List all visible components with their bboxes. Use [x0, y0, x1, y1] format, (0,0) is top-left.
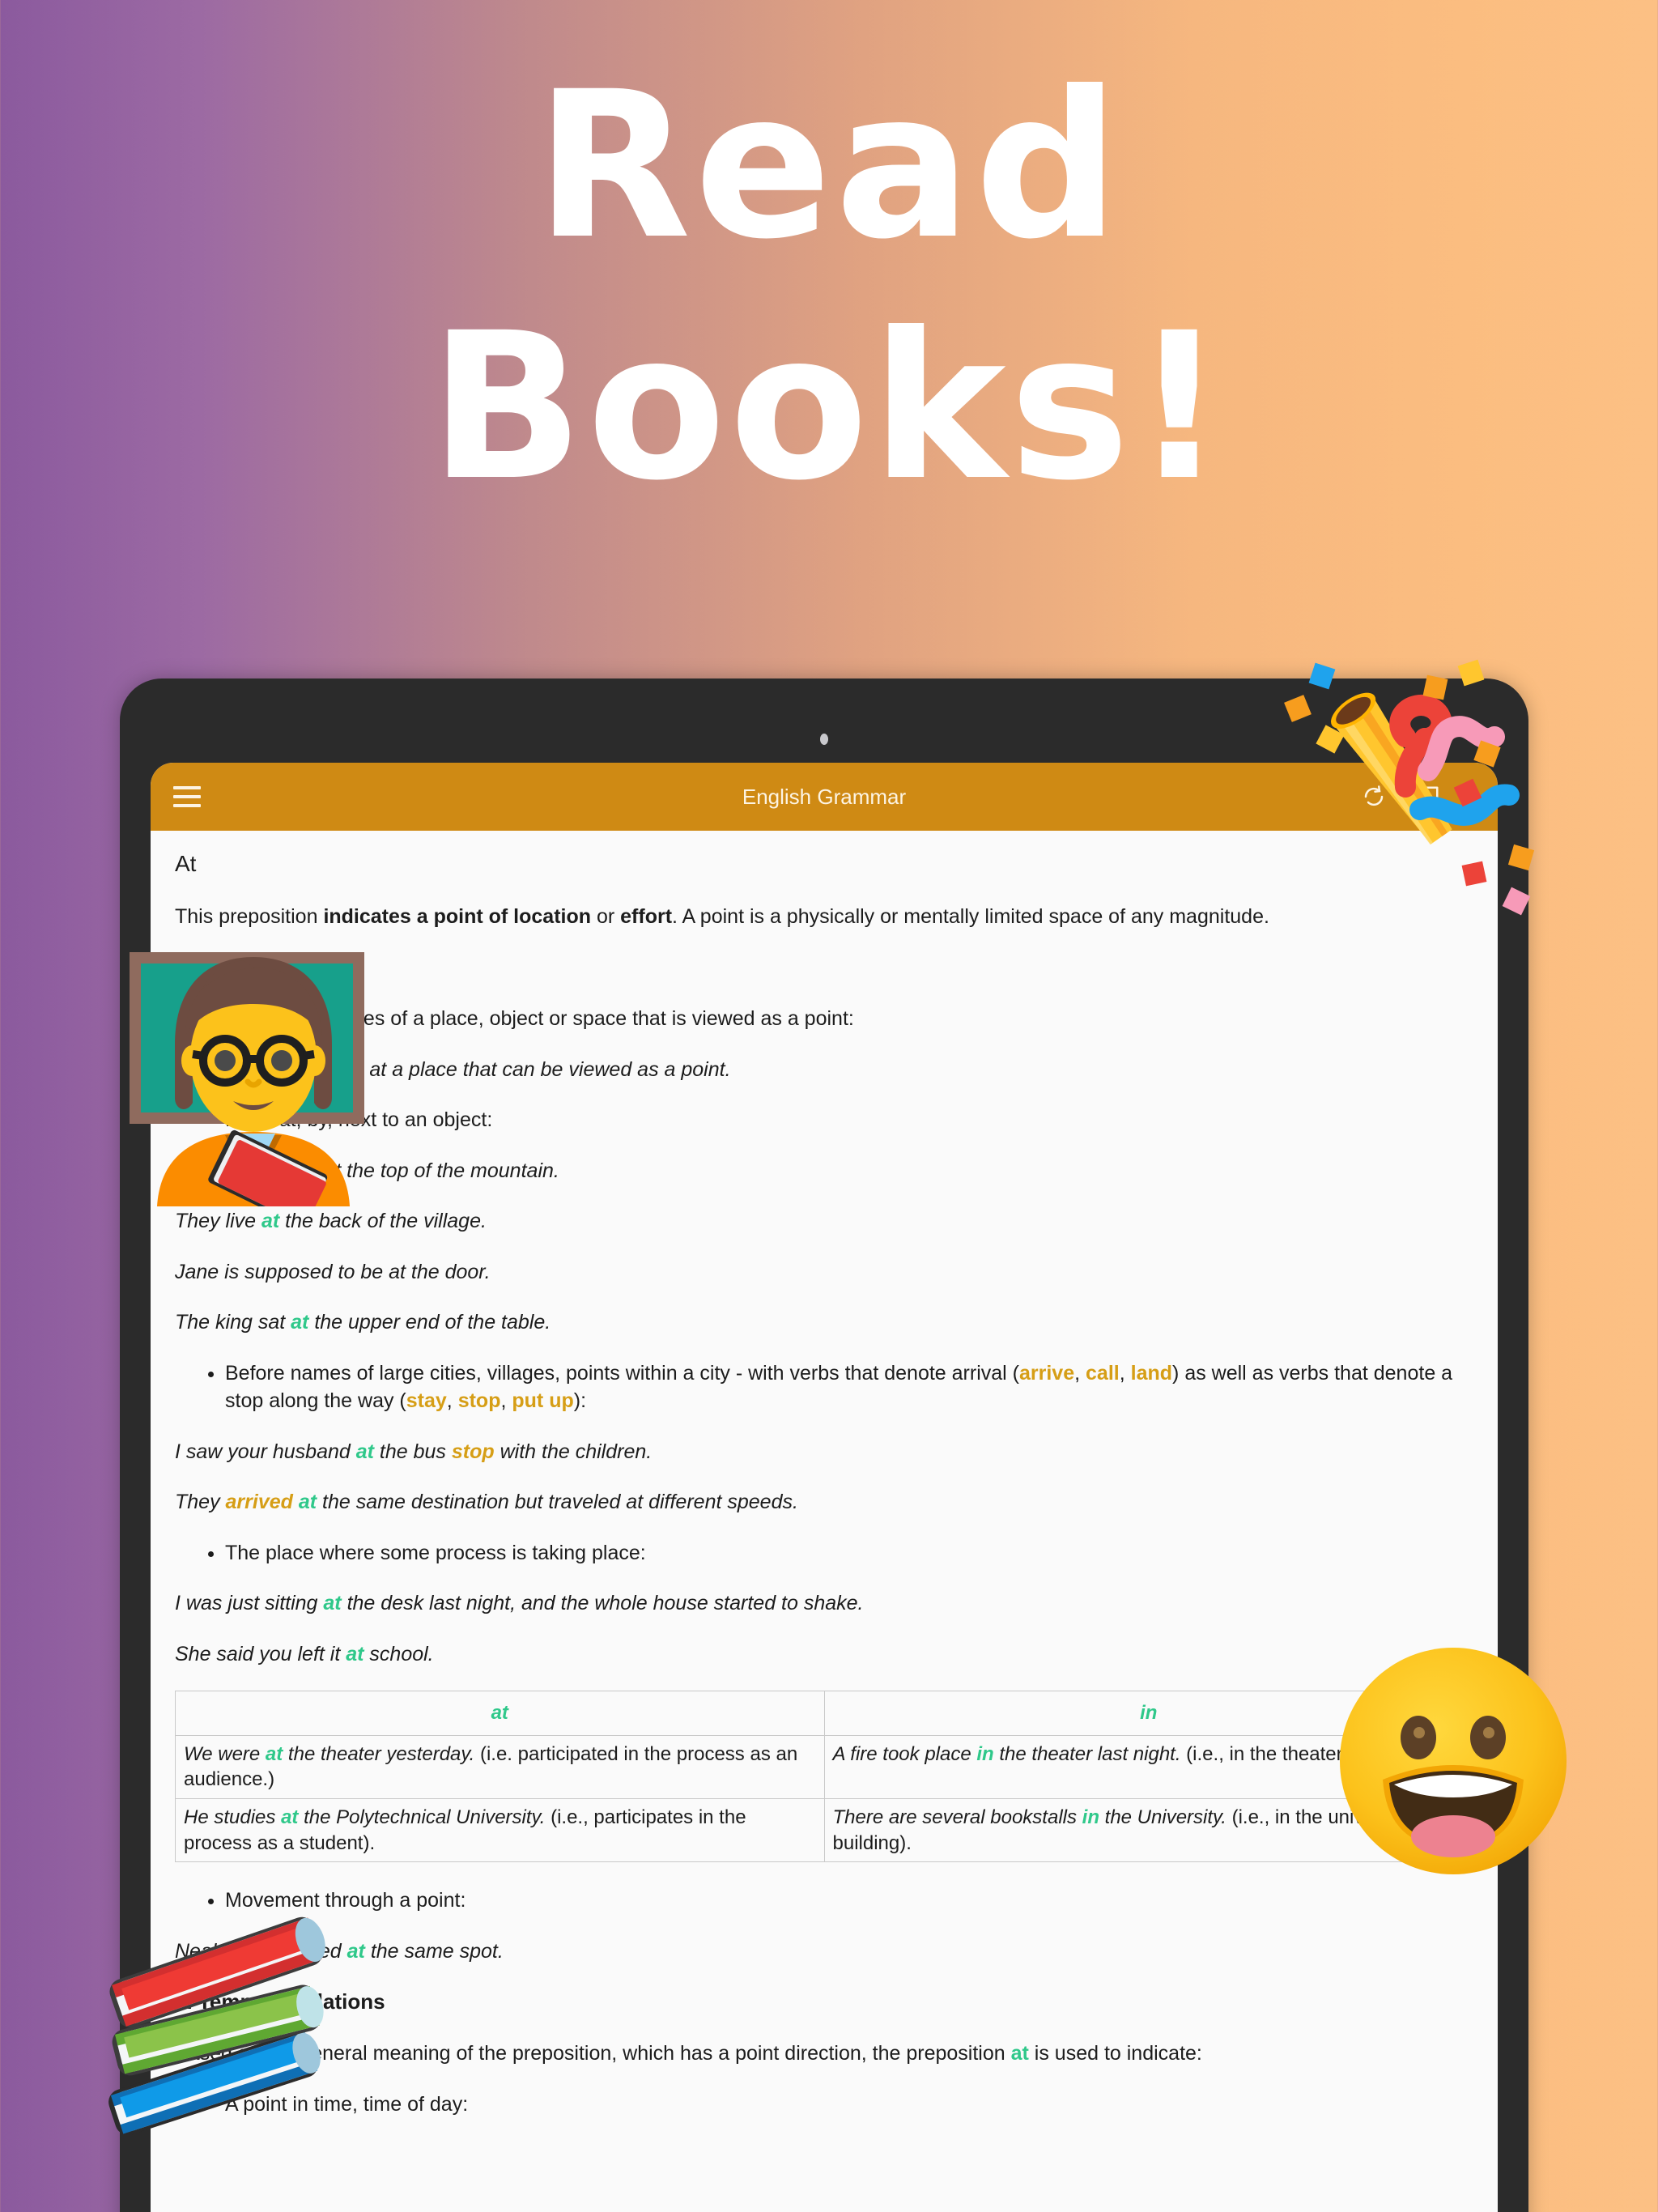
table-cell-at: He studies at the Polytechnical Universi… — [175, 1798, 825, 1863]
example-6: I saw your husband at the bus stop with … — [175, 1440, 653, 1463]
example-7: They arrived at the same destination but… — [175, 1491, 798, 1513]
bullet-list-6: A point in time, time of day: — [175, 2091, 1473, 2119]
teacher-sticker — [128, 947, 379, 1206]
books-sticker — [87, 1899, 355, 2142]
section-heading-temporal: 2. Temporal relations — [175, 1989, 385, 2014]
example-8: I was just sitting at the desk last nigh… — [175, 1592, 864, 1614]
list-item: A point in time, time of day: — [225, 2091, 1473, 2119]
table-row: We were at the theater yesterday. (i.e. … — [175, 1734, 1473, 1800]
list-item: Near, at, by, next to an object: — [225, 1106, 1473, 1134]
table-header-row: at in — [175, 1691, 1473, 1736]
bullet-list-5: Movement through a point: — [175, 1887, 1473, 1915]
hamburger-menu-icon[interactable] — [173, 786, 201, 807]
grinning-face-sticker — [1336, 1644, 1571, 1878]
example-9: She said you left it at school. — [175, 1642, 434, 1665]
column-header-at: at — [175, 1691, 825, 1736]
example-5: The king sat at the upper end of the tab… — [175, 1311, 551, 1334]
at-vs-in-table: at in We were at the theater yesterday. … — [175, 1691, 1473, 1863]
hero-title: Read Books! — [0, 65, 1658, 508]
temporal-paragraph: Based on the general meaning of the prep… — [175, 2042, 1202, 2065]
table-cell-at: We were at the theater yesterday. (i.e. … — [175, 1734, 825, 1800]
camera-icon — [820, 734, 828, 745]
bullet-list-3: Before names of large cities, villages, … — [175, 1359, 1473, 1415]
hero-line-2: Books! — [429, 289, 1229, 525]
bullet-list-4: The place where some process is taking p… — [175, 1539, 1473, 1568]
list-item: Movement through a point: — [225, 1887, 1473, 1915]
hero-line-1: Read — [535, 48, 1123, 283]
example-4: Jane is supposed to be at the door. — [175, 1260, 491, 1283]
example-10: Neal and I entered at the same spot. — [175, 1939, 504, 1963]
list-item: The place where some process is taking p… — [225, 1539, 1473, 1568]
list-item: Before the names of a place, object or s… — [225, 1005, 1473, 1033]
example-3: They live at the back of the village. — [175, 1210, 487, 1232]
party-popper-sticker — [1269, 648, 1545, 923]
table-row: He studies at the Polytechnical Universi… — [175, 1798, 1473, 1863]
list-item: Before names of large cities, villages, … — [225, 1359, 1473, 1415]
